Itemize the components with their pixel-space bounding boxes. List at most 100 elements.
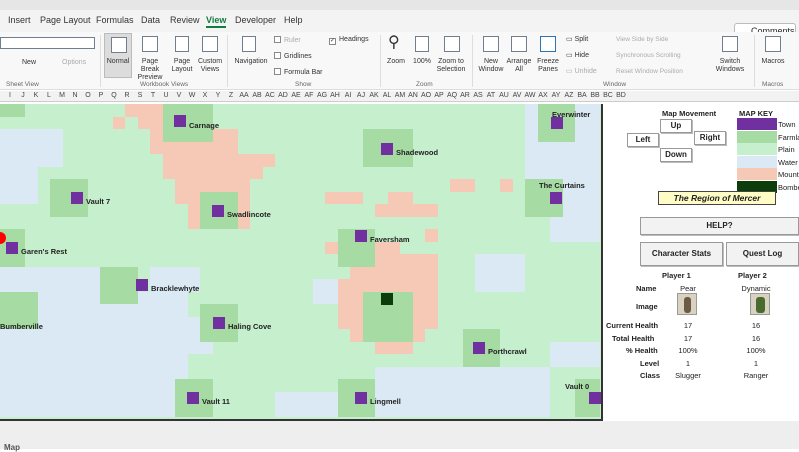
column-header[interactable]: W <box>186 92 198 99</box>
unhide-button[interactable]: ▭ Unhide <box>566 68 597 76</box>
column-header[interactable]: AU <box>498 92 510 99</box>
freeze-panes-button[interactable]: Freeze Panes <box>534 58 562 74</box>
new-window-button[interactable]: New Window <box>476 58 506 74</box>
reset-window-position-button[interactable]: Reset Window Position <box>616 68 683 76</box>
switch-windows-button[interactable]: Switch Windows <box>712 58 748 74</box>
normal-view-button[interactable]: Normal <box>104 33 132 78</box>
macros-button[interactable]: Macros <box>758 58 788 66</box>
column-header[interactable]: AV <box>511 92 523 99</box>
column-header[interactable]: AP <box>433 92 445 99</box>
column-header[interactable]: O <box>82 92 94 99</box>
column-header[interactable]: X <box>199 92 211 99</box>
zoom-button[interactable]: Zoom <box>384 58 408 66</box>
column-header[interactable]: AI <box>342 92 354 99</box>
quest-log-button[interactable]: Quest Log <box>726 242 799 266</box>
sheet-view-dropdown[interactable] <box>0 37 95 49</box>
column-header[interactable]: AW <box>524 92 536 99</box>
right-button[interactable]: Right <box>694 131 726 145</box>
tab-data[interactable]: Data <box>141 15 160 25</box>
column-header[interactable]: AX <box>537 92 549 99</box>
separator <box>100 35 101 87</box>
column-header[interactable]: Z <box>225 92 237 99</box>
town-label-vault-11: Vault 11 <box>202 397 230 406</box>
character-stats-button[interactable]: Character Stats <box>640 242 723 266</box>
column-header[interactable]: P <box>95 92 107 99</box>
headings-checkbox[interactable]: ✓ Headings <box>329 36 369 45</box>
view-side-by-side-button[interactable]: View Side by Side <box>616 36 668 44</box>
column-header[interactable]: J <box>17 92 29 99</box>
up-button[interactable]: Up <box>660 119 692 133</box>
column-header[interactable]: R <box>121 92 133 99</box>
column-header[interactable]: AG <box>316 92 328 99</box>
tab-formulas[interactable]: Formulas <box>96 15 134 25</box>
zoom-to-selection-button[interactable]: Zoom to Selection <box>434 58 468 74</box>
column-header[interactable]: AY <box>550 92 562 99</box>
zoom-100-button[interactable]: 100% <box>410 58 434 66</box>
column-header[interactable]: AB <box>251 92 263 99</box>
page-break-preview-button[interactable]: Page Break Preview <box>132 58 168 82</box>
column-header[interactable]: U <box>160 92 172 99</box>
column-header[interactable]: AE <box>290 92 302 99</box>
navigation-button[interactable]: Navigation <box>232 58 270 66</box>
column-header[interactable]: N <box>69 92 81 99</box>
column-header[interactable]: T <box>147 92 159 99</box>
town-lingmell <box>355 392 367 404</box>
mountain-tile <box>212 141 238 154</box>
column-header[interactable]: AS <box>472 92 484 99</box>
column-header[interactable]: AZ <box>563 92 575 99</box>
page-layout-button[interactable]: Page Layout <box>170 58 194 74</box>
help-button[interactable]: HELP? <box>640 217 799 235</box>
p1-level: 1 <box>685 359 691 368</box>
hide-button[interactable]: ▭ Hide <box>566 52 589 60</box>
column-header[interactable]: BC <box>602 92 614 99</box>
tab-developer[interactable]: Developer <box>235 15 276 25</box>
column-header[interactable]: Q <box>108 92 120 99</box>
column-header[interactable]: AF <box>303 92 315 99</box>
column-header[interactable]: AQ <box>446 92 458 99</box>
column-header[interactable]: AC <box>264 92 276 99</box>
player1-header: Player 1 <box>662 271 691 280</box>
column-header[interactable]: AL <box>381 92 393 99</box>
column-header[interactable]: V <box>173 92 185 99</box>
column-header[interactable]: AM <box>394 92 406 99</box>
column-header[interactable]: AR <box>459 92 471 99</box>
column-header[interactable]: AD <box>277 92 289 99</box>
column-header[interactable]: AJ <box>355 92 367 99</box>
tab-insert[interactable]: Insert <box>8 15 31 25</box>
column-header[interactable]: K <box>30 92 42 99</box>
sheet-tab-map[interactable]: Map <box>4 443 20 452</box>
column-header[interactable]: AK <box>368 92 380 99</box>
mountain-tile <box>375 204 438 217</box>
column-header[interactable]: M <box>56 92 68 99</box>
column-header[interactable]: AH <box>329 92 341 99</box>
town-vault-11 <box>187 392 199 404</box>
column-header[interactable]: AO <box>420 92 432 99</box>
formula-bar-checkbox[interactable]: Formula Bar <box>274 68 323 77</box>
column-header[interactable]: Y <box>212 92 224 99</box>
column-header[interactable]: I <box>4 92 16 99</box>
column-header[interactable]: AT <box>485 92 497 99</box>
column-header[interactable]: AA <box>238 92 250 99</box>
synchronous-scrolling-button[interactable]: Synchronous Scrolling <box>616 52 681 60</box>
tab-review[interactable]: Review <box>170 15 200 25</box>
stat-label-class: Class <box>640 371 661 380</box>
column-header[interactable]: AN <box>407 92 419 99</box>
sheet-view-options-button[interactable]: Options <box>62 59 86 67</box>
column-header[interactable]: BB <box>589 92 601 99</box>
gridlines-checkbox[interactable]: Gridlines <box>274 52 312 61</box>
column-header[interactable]: L <box>43 92 55 99</box>
tab-page-layout[interactable]: Page Layout <box>40 15 91 25</box>
ruler-check-icon <box>274 36 281 43</box>
tab-view[interactable]: View <box>206 15 227 28</box>
column-header[interactable]: S <box>134 92 146 99</box>
tab-help[interactable]: Help <box>284 15 303 25</box>
ruler-checkbox[interactable]: Ruler <box>274 36 301 45</box>
column-header[interactable]: BA <box>576 92 588 99</box>
new-sheet-view-button[interactable]: New <box>22 59 36 67</box>
arrange-all-button[interactable]: Arrange All <box>506 58 532 74</box>
custom-views-button[interactable]: Custom Views <box>196 58 224 74</box>
left-button[interactable]: Left <box>627 133 659 147</box>
split-button[interactable]: ▭ Split <box>566 36 588 44</box>
column-header[interactable]: BD <box>615 92 627 99</box>
down-button[interactable]: Down <box>660 148 692 162</box>
